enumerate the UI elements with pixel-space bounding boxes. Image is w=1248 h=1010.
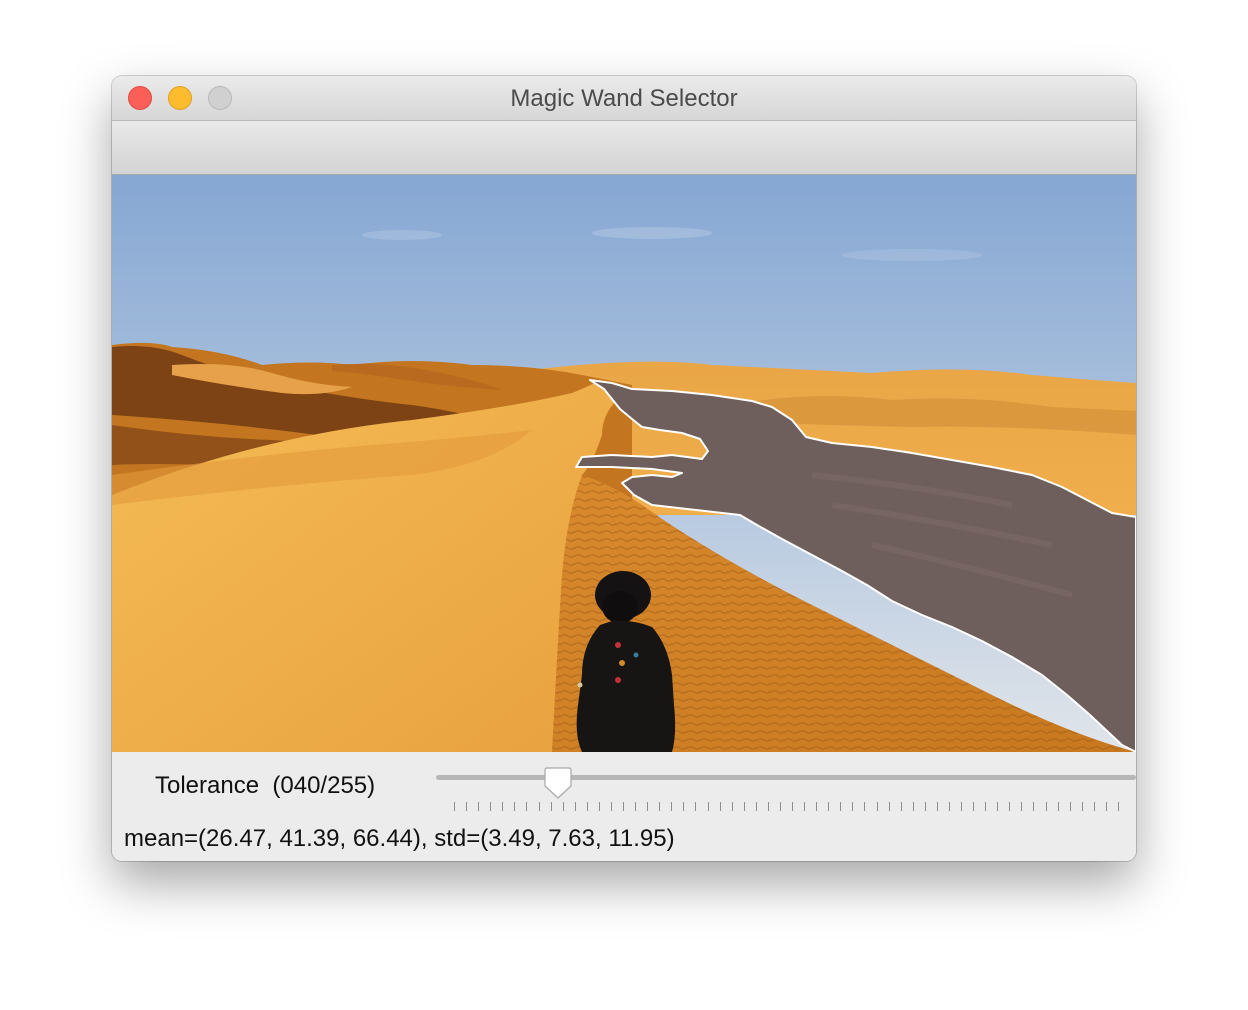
slider-tick [466, 802, 468, 811]
slider-tick [779, 802, 781, 811]
window-title: Magic Wand Selector [510, 85, 738, 112]
slider-thumb[interactable] [540, 766, 576, 802]
image-canvas[interactable] [112, 175, 1136, 752]
slider-tick [671, 802, 673, 811]
slider-tick [598, 802, 600, 811]
slider-tick [864, 802, 866, 811]
slider-tick [586, 802, 588, 811]
slider-tick [659, 802, 661, 811]
slider-tick [1033, 802, 1035, 811]
slider-tick [876, 802, 878, 811]
slider-tick [804, 802, 806, 811]
slider-tick [997, 802, 999, 811]
slider-tick [707, 802, 709, 811]
stats-readout: mean=(26.47, 41.39, 66.44), std=(3.49, 7… [124, 825, 675, 852]
slider-tick [1105, 802, 1107, 811]
slider-tick [900, 802, 902, 811]
controls-panel: Tolerance (040/255) mean=(26.47, 41.39, … [112, 752, 1136, 861]
slider-tick [538, 802, 540, 811]
slider-tick [1009, 802, 1011, 811]
slider-tick [948, 802, 950, 811]
slider-tick [574, 802, 576, 811]
slider-tick [550, 802, 552, 811]
slider-tick [985, 802, 987, 811]
slider-tick [514, 802, 516, 811]
slider-tick [1021, 802, 1023, 811]
slider-tick [961, 802, 963, 811]
slider-tick [731, 802, 733, 811]
slider-ticks [454, 802, 1119, 812]
slider-tick [478, 802, 480, 811]
slider-tick [1057, 802, 1059, 811]
slider-tick [1045, 802, 1047, 811]
slider-tick [623, 802, 625, 811]
slider-tick [828, 802, 830, 811]
slider-tick [610, 802, 612, 811]
slider-tick [526, 802, 528, 811]
slider-tick [816, 802, 818, 811]
app-window: Magic Wand Selector Tolerance (040/255) … [112, 76, 1136, 861]
slider-tick [840, 802, 842, 811]
tolerance-label: Tolerance (040/255) [155, 772, 376, 799]
slider-tick [1118, 802, 1119, 811]
slider-tick [454, 802, 455, 811]
toolbar [112, 121, 1136, 175]
slider-tick [635, 802, 637, 811]
slider-tick [792, 802, 794, 811]
slider-tick [502, 802, 504, 811]
slider-tick [888, 802, 890, 811]
slider-tick [562, 802, 564, 811]
desert-image[interactable] [112, 175, 1136, 752]
slider-tick [719, 802, 721, 811]
slider-tick [490, 802, 492, 811]
slider-tick [683, 802, 685, 811]
slider-tick [695, 802, 697, 811]
slider-tick [743, 802, 745, 811]
slider-tick [1081, 802, 1083, 811]
slider-tick [755, 802, 757, 811]
slider-tick [912, 802, 914, 811]
slider-tick [767, 802, 769, 811]
slider-tick [852, 802, 854, 811]
slider-tick [936, 802, 938, 811]
slider-tick [647, 802, 649, 811]
tolerance-slider[interactable] [436, 752, 1136, 812]
slider-tick [924, 802, 926, 811]
title-bar[interactable]: Magic Wand Selector [112, 76, 1136, 121]
slider-tick [1069, 802, 1071, 811]
slider-tick [973, 802, 975, 811]
slider-tick [1093, 802, 1095, 811]
